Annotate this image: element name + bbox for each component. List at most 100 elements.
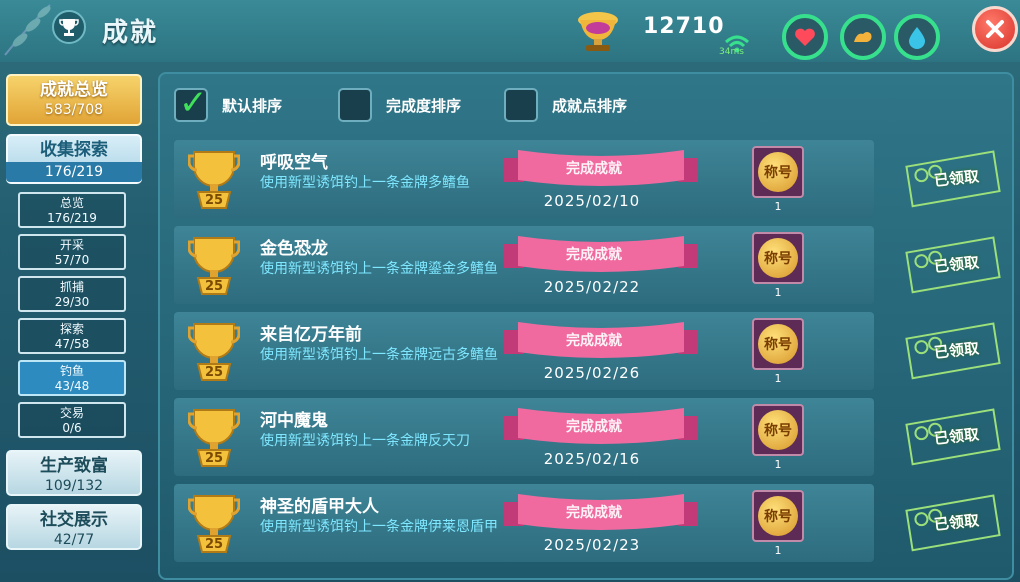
category-overview[interactable]: 成就总览 583/708 xyxy=(6,74,142,126)
category-social-label: 社交展示 xyxy=(40,510,108,530)
achievement-description: 使用新型诱饵钓上一条金牌伊莱恩盾甲 xyxy=(260,519,498,535)
completion-status: 完成成就 xyxy=(566,247,622,263)
subcategory-count: 0/6 xyxy=(62,421,82,435)
checkmark-icon: ✓ xyxy=(179,83,208,123)
category-overview-count: 583/708 xyxy=(44,102,104,118)
category-production-label: 生产致富 xyxy=(40,456,108,476)
sort-completion-option[interactable]: 完成度排序 xyxy=(338,88,461,122)
subcategory-catching[interactable]: 抓捕 29/30 xyxy=(18,276,126,312)
category-collect-label: 收集探索 xyxy=(40,140,108,160)
subcategory-all[interactable]: 总览 176/219 xyxy=(18,192,126,228)
category-production[interactable]: 生产致富 109/132 xyxy=(6,450,142,496)
achievement-row: 25 河中魔鬼 使用新型诱饵钓上一条金牌反天刀 完成成就 2025/02/16 … xyxy=(174,398,1001,476)
subcategory-label: 交易 xyxy=(59,406,84,420)
trophy-icon xyxy=(52,10,86,44)
trophy-level: 25 xyxy=(204,451,224,466)
achievement-row: 25 神圣的盾甲大人 使用新型诱饵钓上一条金牌伊莱恩盾甲 完成成就 2025/0… xyxy=(174,484,1001,562)
achievement-name: 呼吸空气 xyxy=(260,153,328,173)
completion-status: 完成成就 xyxy=(566,505,622,521)
achievement-name: 金色恐龙 xyxy=(260,239,328,259)
subcategory-mining[interactable]: 开采 57/70 xyxy=(18,234,126,270)
close-icon xyxy=(986,20,1004,38)
subcategory-label: 总览 xyxy=(59,196,84,210)
subcategory-count: 47/58 xyxy=(54,337,90,351)
gold-trophy-icon: 25 xyxy=(187,318,241,384)
category-social[interactable]: 社交展示 42/77 xyxy=(6,504,142,550)
achievement-name: 河中魔鬼 xyxy=(260,411,328,431)
trophy-level: 25 xyxy=(204,279,224,294)
sort-completion-checkbox[interactable] xyxy=(338,88,372,122)
category-collect[interactable]: 收集探索 176/219 xyxy=(6,134,142,184)
sort-default-checkbox[interactable]: ✓ xyxy=(174,83,208,123)
title-coin-icon: 称号 xyxy=(758,410,798,450)
title-coin-icon: 称号 xyxy=(758,496,798,536)
gold-trophy-icon: 25 xyxy=(187,490,241,556)
completion-date: 2025/02/26 xyxy=(543,364,641,382)
water-button[interactable] xyxy=(894,14,940,60)
achievement-description: 使用新型诱饵钓上一条金牌远古多鳍鱼 xyxy=(260,347,498,363)
subcategory-trade[interactable]: 交易 0/6 xyxy=(18,402,126,438)
completion-status: 完成成就 xyxy=(566,161,622,177)
completion-date: 2025/02/16 xyxy=(543,450,641,468)
subcategory-fishing[interactable]: 钓鱼 43/48 xyxy=(18,360,126,396)
sort-points-option[interactable]: 成就点排序 xyxy=(504,88,627,122)
sort-completion-label: 完成度排序 xyxy=(386,96,462,115)
achievement-name: 神圣的盾甲大人 xyxy=(260,497,379,517)
achievement-row: 25 来自亿万年前 使用新型诱饵钓上一条金牌远古多鳍鱼 完成成就 2025/02… xyxy=(174,312,1001,390)
sort-points-checkbox[interactable] xyxy=(504,88,538,122)
achievement-name: 来自亿万年前 xyxy=(260,325,362,345)
category-overview-label: 成就总览 xyxy=(40,80,108,100)
reward-label: 称号 xyxy=(764,423,792,439)
subcategory-label: 钓鱼 xyxy=(59,364,84,378)
subcategory-label: 开采 xyxy=(59,238,84,252)
completion-status: 完成成就 xyxy=(566,333,622,349)
reward-label: 称号 xyxy=(764,337,792,353)
title-coin-icon: 称号 xyxy=(758,152,798,192)
reward-quantity: 1 xyxy=(774,286,782,299)
reward-quantity: 1 xyxy=(774,544,782,557)
trophy-level: 25 xyxy=(204,537,224,552)
health-button[interactable] xyxy=(782,14,828,60)
water-drop-icon xyxy=(909,27,925,49)
title-reward-item[interactable]: 称号 xyxy=(752,146,804,198)
title-reward-item[interactable]: 称号 xyxy=(752,404,804,456)
claimed-stamp: 已领取 xyxy=(901,147,1002,211)
leaf-decoration-icon xyxy=(4,4,51,56)
title-reward-item[interactable]: 称号 xyxy=(752,490,804,542)
reward-label: 称号 xyxy=(764,509,792,525)
reward-quantity: 1 xyxy=(774,372,782,385)
title-coin-icon: 称号 xyxy=(758,324,798,364)
subcategory-count: 176/219 xyxy=(47,211,97,225)
strength-button[interactable] xyxy=(840,14,886,60)
gold-trophy-icon: 25 xyxy=(187,404,241,470)
title-coin-icon: 称号 xyxy=(758,238,798,278)
claimed-stamp: 已领取 xyxy=(901,319,1002,383)
title-reward-item[interactable]: 称号 xyxy=(752,318,804,370)
achievement-description: 使用新型诱饵钓上一条金牌鎏金多鳍鱼 xyxy=(260,261,498,277)
achievement-panel: ✓ 默认排序 完成度排序 成就点排序 25 呼吸空气 使用新型诱饵钓上一条金牌多… xyxy=(158,72,1014,580)
gold-trophy-icon: 25 xyxy=(187,146,241,212)
category-social-count: 42/77 xyxy=(53,532,95,548)
achievement-score: 12710 xyxy=(643,14,725,39)
sort-default-label: 默认排序 xyxy=(222,96,283,115)
ping-readout: 34ms xyxy=(719,47,744,57)
achievement-description: 使用新型诱饵钓上一条金牌多鳍鱼 xyxy=(260,175,470,191)
title-reward-item[interactable]: 称号 xyxy=(752,232,804,284)
reward-label: 称号 xyxy=(764,251,792,267)
subcategory-count: 57/70 xyxy=(54,253,90,267)
page-title: 成就 xyxy=(102,18,159,48)
sort-points-label: 成就点排序 xyxy=(552,96,628,115)
completion-date: 2025/02/23 xyxy=(543,536,641,554)
completion-date: 2025/02/22 xyxy=(543,278,641,296)
sort-default-option[interactable]: ✓ 默认排序 xyxy=(174,83,283,123)
category-sidebar: 成就总览 583/708 收集探索 176/219 总览 176/219 开采 … xyxy=(0,62,152,582)
top-bar: 成就 12710 34ms xyxy=(0,0,1020,62)
completion-status: 完成成就 xyxy=(566,419,622,435)
reward-quantity: 1 xyxy=(774,458,782,471)
trophy-level: 25 xyxy=(204,365,224,380)
subcategory-explore[interactable]: 探索 47/58 xyxy=(18,318,126,354)
heart-icon xyxy=(795,28,815,46)
claimed-stamp: 已领取 xyxy=(901,405,1002,469)
category-production-count: 109/132 xyxy=(44,478,104,494)
close-button[interactable] xyxy=(972,6,1018,52)
